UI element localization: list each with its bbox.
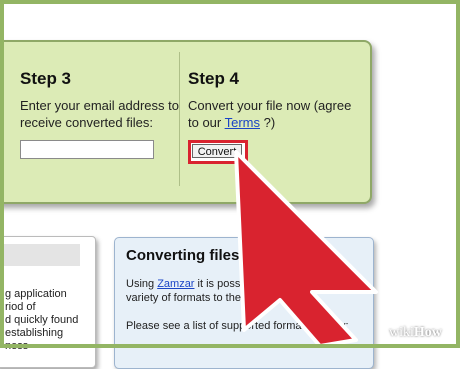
- cursor-arrow-icon: [234, 150, 378, 348]
- screenshot-frame: Step 3 Enter your email address to recei…: [0, 0, 460, 369]
- watermark-brand: How: [413, 325, 442, 340]
- wikihow-watermark: wikiHow: [389, 325, 442, 341]
- watermark-prefix: wiki: [389, 325, 414, 340]
